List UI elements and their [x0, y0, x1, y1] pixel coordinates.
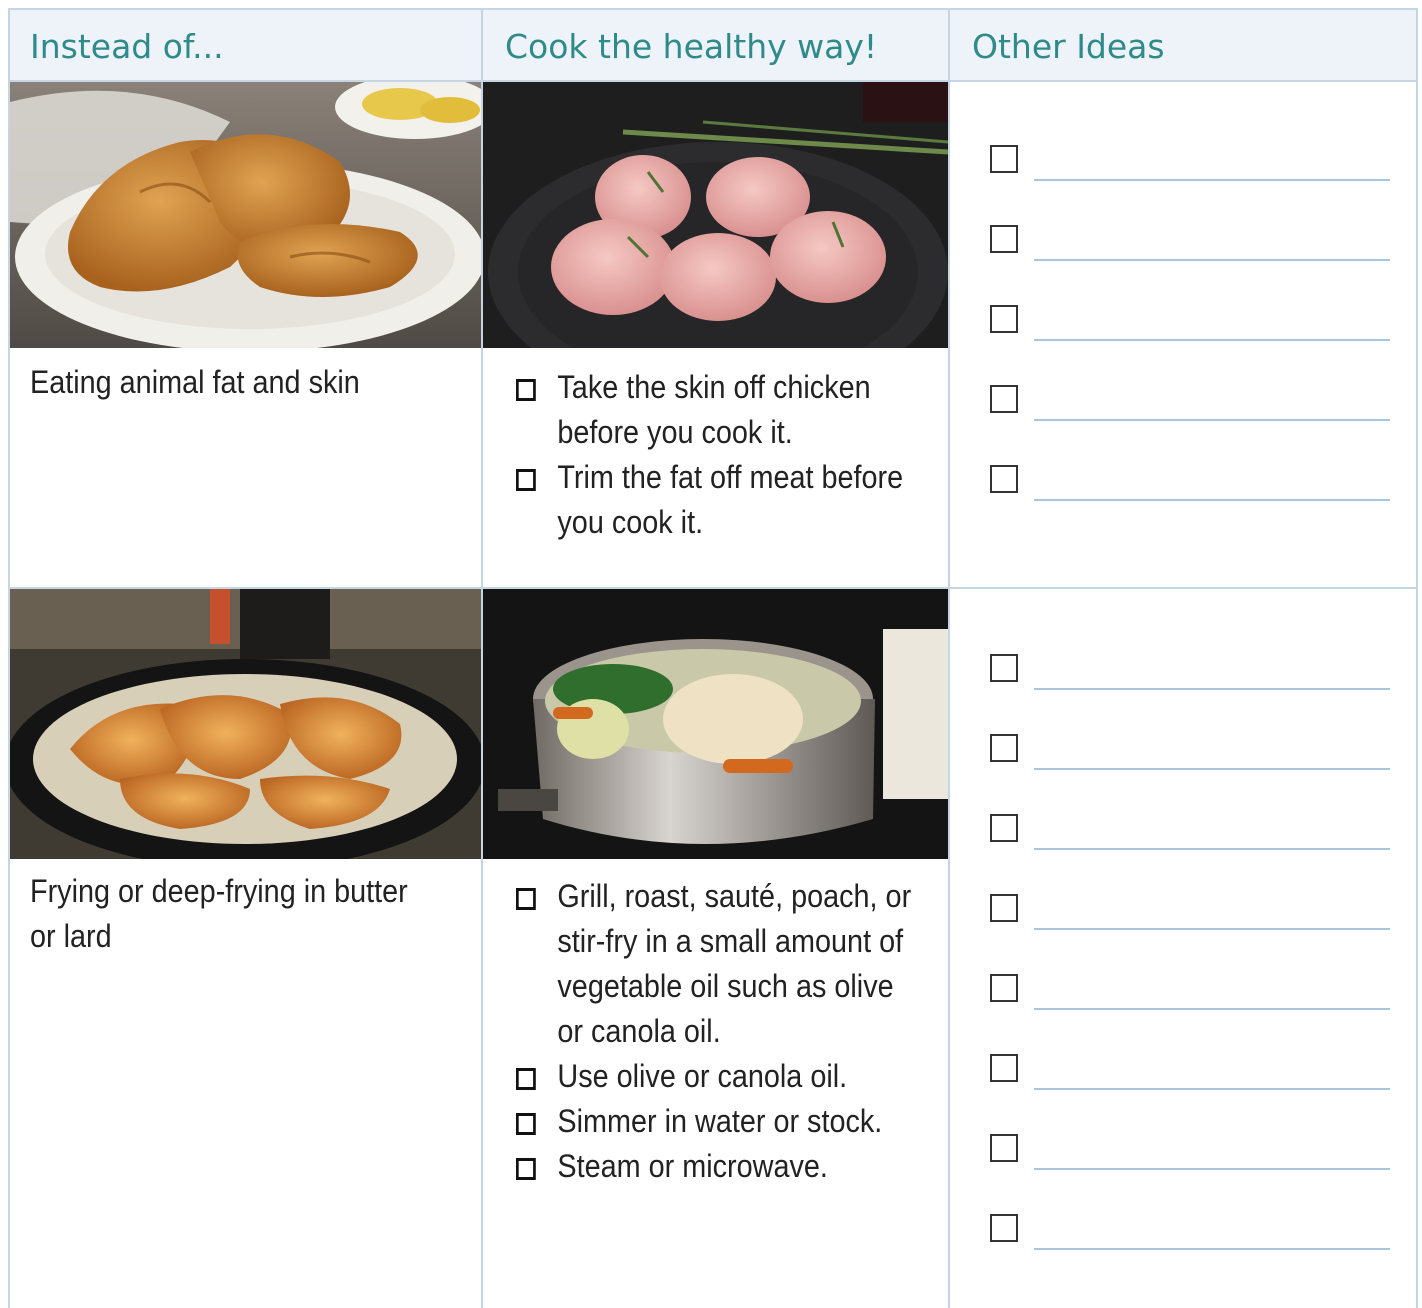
checkbox-icon[interactable]	[990, 1054, 1018, 1082]
poached-chicken-pot-photo	[483, 589, 948, 859]
write-in-line[interactable]	[1034, 259, 1390, 261]
tip-trim-fat[interactable]: Trim the fat off meat before you cook it…	[516, 455, 917, 545]
idea-slot[interactable]	[990, 145, 1390, 225]
checkbox-icon[interactable]	[516, 379, 536, 401]
write-in-line[interactable]	[1034, 688, 1390, 690]
fried-chicken-plate-photo	[10, 82, 481, 348]
idea-slot[interactable]	[990, 305, 1390, 385]
checkbox-icon[interactable]	[516, 1068, 536, 1090]
tip-text: Grill, roast, sauté, poach, or stir-fry …	[557, 878, 912, 1049]
checkbox-icon[interactable]	[990, 894, 1018, 922]
write-in-line[interactable]	[1034, 179, 1390, 181]
checkbox-icon[interactable]	[990, 654, 1018, 682]
other-ideas-list-row-2	[990, 654, 1390, 1294]
checkbox-icon[interactable]	[516, 1113, 536, 1135]
checkbox-icon[interactable]	[990, 734, 1018, 762]
header-instead-of: Instead of...	[30, 27, 224, 66]
header-cook-healthy: Cook the healthy way!	[505, 27, 878, 66]
checkbox-icon[interactable]	[990, 225, 1018, 253]
write-in-line[interactable]	[1034, 768, 1390, 770]
instead-label-frying: Frying or deep-frying in butter or lard	[30, 873, 408, 954]
idea-slot[interactable]	[990, 894, 1390, 974]
tips-list-row-2: Grill, roast, sauté, poach, or stir-fry …	[516, 874, 962, 1189]
write-in-line[interactable]	[1034, 1088, 1390, 1090]
write-in-line[interactable]	[1034, 1168, 1390, 1170]
checkbox-icon[interactable]	[516, 1158, 536, 1180]
checkbox-icon[interactable]	[516, 469, 536, 491]
write-in-line[interactable]	[1034, 848, 1390, 850]
tip-text: Take the skin off chicken before you coo…	[557, 369, 871, 450]
tip-text: Use olive or canola oil.	[557, 1058, 848, 1094]
idea-slot[interactable]	[990, 654, 1390, 734]
write-in-line[interactable]	[1034, 339, 1390, 341]
checkbox-icon[interactable]	[990, 814, 1018, 842]
idea-slot[interactable]	[990, 1054, 1390, 1134]
other-ideas-list-row-1	[990, 145, 1390, 545]
write-in-line[interactable]	[1034, 419, 1390, 421]
idea-slot[interactable]	[990, 814, 1390, 894]
instead-label-animal-fat: Eating animal fat and skin	[30, 364, 360, 400]
tips-list-row-1: Take the skin off chicken before you coo…	[516, 365, 962, 545]
tip-text: Steam or microwave.	[557, 1148, 828, 1184]
tip-text: Trim the fat off meat before you cook it…	[557, 459, 904, 540]
idea-slot[interactable]	[990, 1214, 1390, 1294]
checkbox-icon[interactable]	[990, 1134, 1018, 1162]
checkbox-icon[interactable]	[990, 1214, 1018, 1242]
write-in-line[interactable]	[1034, 1248, 1390, 1250]
idea-slot[interactable]	[990, 225, 1390, 305]
pan-fried-chicken-photo	[10, 589, 481, 859]
checkbox-icon[interactable]	[990, 385, 1018, 413]
header-other-ideas: Other Ideas	[972, 27, 1165, 66]
tip-olive-canola[interactable]: Use olive or canola oil.	[516, 1054, 917, 1099]
write-in-line[interactable]	[1034, 928, 1390, 930]
checkbox-icon[interactable]	[516, 888, 536, 910]
tip-text: Simmer in water or stock.	[557, 1103, 883, 1139]
idea-slot[interactable]	[990, 465, 1390, 545]
write-in-line[interactable]	[1034, 499, 1390, 501]
tip-steam[interactable]: Steam or microwave.	[516, 1144, 917, 1189]
idea-slot[interactable]	[990, 1134, 1390, 1214]
raw-skinless-chicken-photo	[483, 82, 948, 348]
checkbox-icon[interactable]	[990, 305, 1018, 333]
checkbox-icon[interactable]	[990, 465, 1018, 493]
cooking-tips-table: Instead of... Cook the healthy way! Othe…	[8, 8, 1418, 1308]
checkbox-icon[interactable]	[990, 145, 1018, 173]
tip-simmer[interactable]: Simmer in water or stock.	[516, 1099, 917, 1144]
write-in-line[interactable]	[1034, 1008, 1390, 1010]
tip-grill-roast[interactable]: Grill, roast, sauté, poach, or stir-fry …	[516, 874, 917, 1054]
checkbox-icon[interactable]	[990, 974, 1018, 1002]
idea-slot[interactable]	[990, 974, 1390, 1054]
tip-remove-skin[interactable]: Take the skin off chicken before you coo…	[516, 365, 917, 455]
table-border-right	[1416, 8, 1418, 1308]
idea-slot[interactable]	[990, 385, 1390, 465]
idea-slot[interactable]	[990, 734, 1390, 814]
